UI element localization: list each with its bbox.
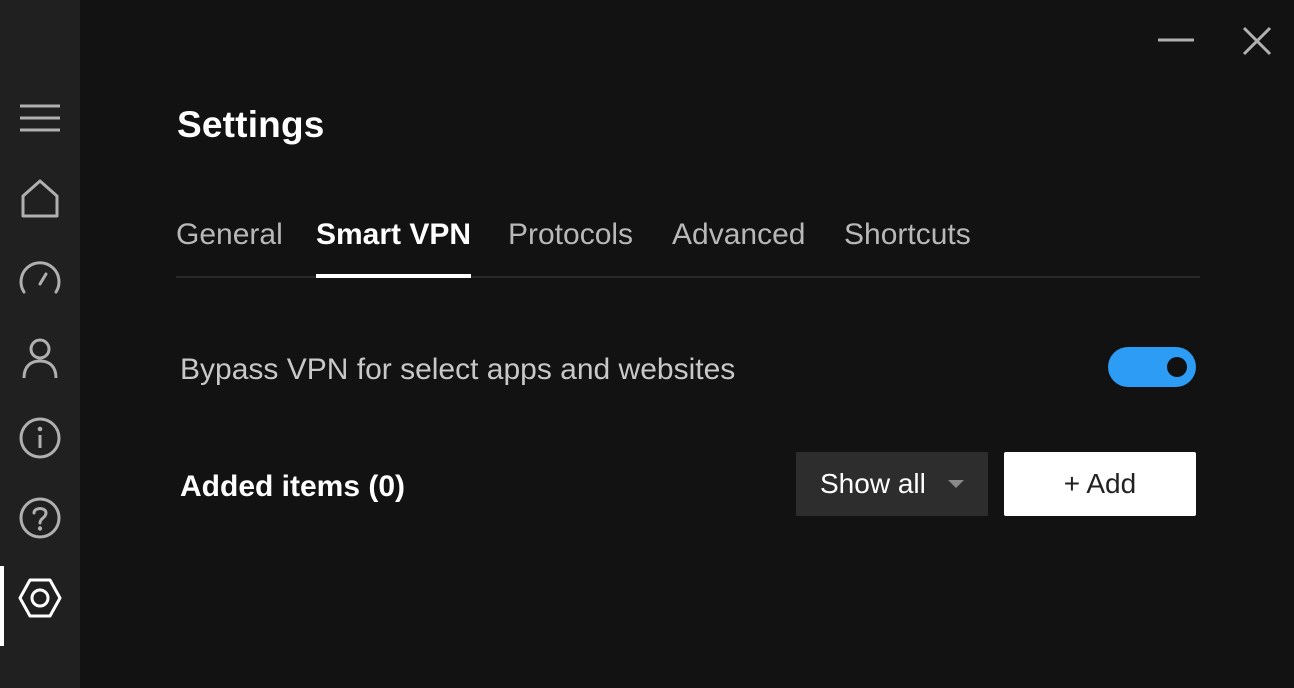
sidebar-item-about[interactable] [0,406,80,470]
sidebar-item-account[interactable] [0,326,80,390]
tab-advanced[interactable]: Advanced [672,210,805,276]
tab-smart-vpn[interactable]: Smart VPN [316,210,472,278]
hamburger-menu-icon [20,104,60,132]
user-icon [22,338,58,379]
sidebar-item-home[interactable] [0,166,80,230]
app-window: Settings General Smart VPN Protocols Adv… [0,0,1294,688]
filter-dropdown[interactable]: Show all [796,452,988,516]
help-icon [19,497,61,539]
bypass-vpn-toggle[interactable] [1108,347,1196,387]
chevron-down-icon [948,480,964,488]
sidebar-item-settings[interactable] [0,566,80,646]
settings-tabs: General Smart VPN Protocols Advanced Sho… [176,210,1200,278]
close-icon [1242,26,1272,56]
speedometer-icon [19,261,61,294]
sidebar-item-speed-test[interactable] [0,246,80,310]
minimize-button[interactable] [1154,16,1198,60]
sidebar [0,0,80,688]
page-title: Settings [177,104,325,145]
sidebar-item-help[interactable] [0,486,80,550]
home-icon [21,179,59,218]
tab-shortcuts[interactable]: Shortcuts [844,210,971,276]
filter-dropdown-value: Show all [820,468,926,499]
tab-general[interactable]: General [176,210,283,276]
added-items-label: Added items (0) [180,470,406,503]
minimize-icon [1158,38,1194,42]
close-button[interactable] [1234,16,1278,60]
add-button[interactable]: + Add [1004,452,1196,516]
settings-hex-icon [18,578,62,618]
sidebar-item-menu[interactable] [0,86,80,150]
info-icon [19,417,61,459]
toggle-knob [1167,357,1187,377]
bypass-vpn-label: Bypass VPN for select apps and websites [180,353,736,386]
tab-protocols[interactable]: Protocols [508,210,633,276]
